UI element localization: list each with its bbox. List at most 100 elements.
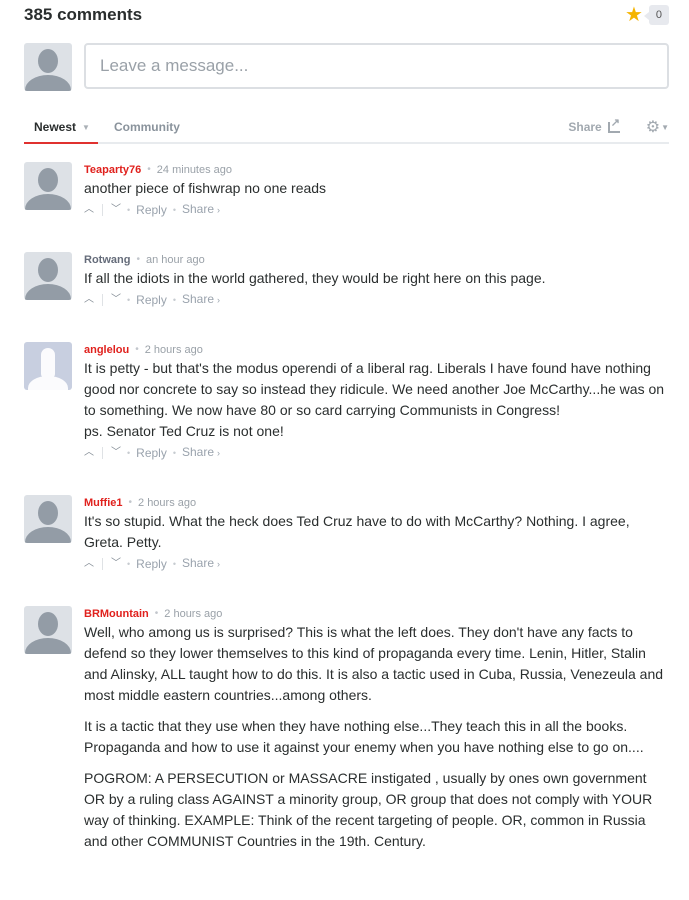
commenter-avatar[interactable] — [24, 252, 72, 300]
downvote-icon[interactable]: ﹀ — [111, 556, 121, 572]
chevron-right-icon: › — [217, 559, 221, 569]
comment-body: BRMountain • 2 hours ago Well, who among… — [84, 606, 669, 852]
comment-body: Rotwang • an hour ago If all the idiots … — [84, 252, 669, 308]
comment-paragraph: If all the idiots in the world gathered,… — [84, 270, 546, 286]
action-separator: • — [172, 447, 176, 458]
upvote-icon[interactable]: ︿ — [84, 445, 94, 461]
avatar-body-shape — [25, 194, 71, 210]
comments-header: 385 comments ★ 0 — [24, 4, 669, 26]
meta-separator: • — [147, 164, 151, 175]
comment-meta: BRMountain • 2 hours ago — [84, 606, 669, 622]
upvote-icon[interactable]: ︿ — [84, 556, 94, 572]
meta-separator: • — [136, 254, 140, 265]
comment-text: It is petty - but that's the modus opere… — [84, 358, 669, 442]
downvote-icon[interactable]: ﹀ — [111, 445, 121, 461]
action-separator: • — [127, 294, 131, 305]
meta-separator: • — [128, 497, 133, 508]
comment-time[interactable]: 24 minutes ago — [157, 162, 232, 178]
comment-time[interactable]: 2 hours ago — [145, 342, 203, 358]
share-icon — [607, 116, 620, 133]
comment-time[interactable]: 2 hours ago — [164, 606, 222, 622]
action-separator: • — [127, 558, 131, 569]
avatar-head-shape — [38, 49, 58, 73]
comment-meta: Teaparty76 • 24 minutes ago — [84, 162, 669, 178]
downvote-icon[interactable]: ﹀ — [111, 202, 121, 218]
settings-button[interactable]: ⚙ ▼ — [646, 117, 669, 137]
comment-text: Well, who among us is surprised? This is… — [84, 622, 669, 852]
gear-icon: ⚙ — [645, 119, 661, 136]
comment-text: another piece of fishwrap no one reads — [84, 178, 669, 199]
meta-separator: • — [154, 608, 159, 619]
comment-text: It's so stupid. What the heck does Ted C… — [84, 511, 669, 553]
comment-list: Teaparty76 • 24 minutes ago another piec… — [24, 162, 669, 852]
reply-link[interactable]: Reply — [136, 202, 167, 218]
commenter-avatar[interactable] — [24, 606, 72, 654]
comment-paragraph: It's so stupid. What the heck does Ted C… — [84, 513, 630, 550]
caret-down-icon: ▼ — [82, 122, 90, 132]
comment-item: anglelou • 2 hours ago It is petty - but… — [24, 342, 669, 461]
avatar-head-shape — [38, 258, 58, 282]
share-link[interactable]: Share › — [182, 201, 220, 218]
reply-link[interactable]: Reply — [136, 292, 167, 308]
upvote-icon[interactable]: ︿ — [84, 202, 94, 218]
comment-count-title: 385 comments — [24, 5, 143, 24]
comment-author[interactable]: Rotwang — [84, 252, 130, 268]
caret-down-icon: ▼ — [661, 122, 669, 132]
share-link[interactable]: Share › — [182, 555, 220, 572]
star-icon[interactable]: ★ — [625, 5, 643, 25]
comment-paragraph: It is petty - but that's the modus opere… — [84, 360, 665, 439]
comment-item: Muffie1 • 2 hours ago It's so stupid. Wh… — [24, 495, 669, 572]
comment-time[interactable]: an hour ago — [146, 252, 205, 268]
comment-item: Teaparty76 • 24 minutes ago another piec… — [24, 162, 669, 218]
avatar-body-shape — [25, 75, 71, 91]
action-separator: • — [127, 447, 131, 458]
comment-author[interactable]: Muffie1 — [84, 495, 123, 511]
tab-community[interactable]: Community — [104, 111, 180, 143]
vote-divider — [102, 293, 103, 306]
comment-actions: ︿ ﹀ • Reply • Share › — [84, 201, 669, 218]
sort-navbar: Newest ▼ Community Share ⚙ ▼ — [24, 112, 669, 144]
comment-time[interactable]: 2 hours ago — [138, 495, 196, 511]
comment-author[interactable]: BRMountain — [84, 606, 149, 622]
share-link-label: Share — [182, 556, 215, 570]
vote-divider — [102, 446, 103, 459]
reply-link[interactable]: Reply — [136, 556, 167, 572]
tab-newest[interactable]: Newest ▼ — [24, 112, 98, 144]
share-thread-button[interactable]: Share — [568, 116, 620, 135]
avatar-body-shape — [25, 638, 71, 654]
comment-paragraph: POGROM: A PERSECUTION or MASSACRE instig… — [84, 770, 653, 849]
comment-composer — [24, 43, 669, 91]
tab-newest-label: Newest — [34, 120, 77, 134]
comment-body: Teaparty76 • 24 minutes ago another piec… — [84, 162, 669, 218]
user-avatar[interactable] — [24, 43, 72, 91]
upvote-icon[interactable]: ︿ — [84, 292, 94, 308]
comment-actions: ︿ ﹀ • Reply • Share › — [84, 555, 669, 572]
comment-actions: ︿ ﹀ • Reply • Share › — [84, 291, 669, 308]
share-link-label: Share — [182, 445, 215, 459]
downvote-icon[interactable]: ﹀ — [111, 292, 121, 308]
reply-link[interactable]: Reply — [136, 445, 167, 461]
comment-item: BRMountain • 2 hours ago Well, who among… — [24, 606, 669, 852]
commenter-avatar[interactable] — [24, 162, 72, 210]
comment-meta: Muffie1 • 2 hours ago — [84, 495, 669, 511]
recommend-count: 0 — [643, 5, 669, 25]
share-link[interactable]: Share › — [182, 291, 220, 308]
commenter-avatar[interactable] — [24, 495, 72, 543]
action-separator: • — [172, 294, 176, 305]
comment-body: anglelou • 2 hours ago It is petty - but… — [84, 342, 669, 461]
chevron-right-icon: › — [217, 205, 221, 215]
share-link-label: Share — [182, 292, 215, 306]
share-link-label: Share — [182, 202, 215, 216]
avatar-body-shape — [28, 376, 68, 390]
recommend-button[interactable]: ★ 0 — [625, 5, 669, 25]
commenter-avatar[interactable] — [24, 342, 72, 390]
avatar-body-shape — [25, 527, 71, 543]
vote-divider — [102, 203, 103, 216]
comment-author[interactable]: Teaparty76 — [84, 162, 141, 178]
comment-author[interactable]: anglelou — [84, 342, 129, 358]
share-link[interactable]: Share › — [182, 444, 220, 461]
vote-divider — [102, 557, 103, 570]
comment-paragraph: It is a tactic that they use when they h… — [84, 718, 644, 755]
action-separator: • — [127, 204, 131, 215]
message-input[interactable] — [84, 43, 669, 89]
